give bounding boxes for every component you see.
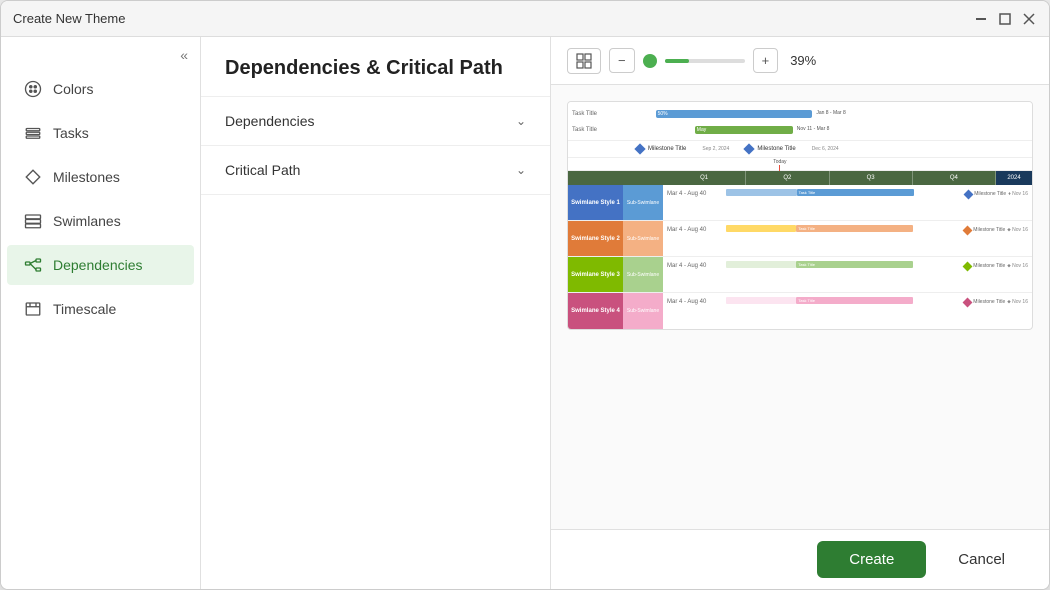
sidebar-item-dependencies-label: Dependencies: [53, 257, 143, 273]
accordion-critical-path-header[interactable]: Critical Path ⌄: [201, 146, 550, 194]
zoom-dot: [643, 54, 657, 68]
sub-swimlane-label-1: Sub-Swimlane: [623, 185, 663, 220]
main-window: Create New Theme «: [0, 0, 1050, 590]
zoom-in-button[interactable]: +: [753, 48, 779, 73]
maximize-button[interactable]: [997, 11, 1013, 27]
accordion-dependencies-label: Dependencies: [225, 113, 315, 129]
panel-title: Dependencies & Critical Path: [201, 37, 550, 97]
zoom-slider-fill: [665, 59, 689, 63]
swimlane-row-2: Swimlane Style 2 Sub-Swimlane Mar 4 - Au…: [568, 221, 1032, 257]
swimlane-content-1: Mar 4 - Aug 40 Task Title Milestone Titl…: [663, 185, 1032, 220]
window-title: Create New Theme: [13, 11, 125, 26]
sidebar-item-tasks-label: Tasks: [53, 125, 89, 141]
tasks-icon: [23, 123, 43, 143]
sidebar-item-timescale-label: Timescale: [53, 301, 116, 317]
preview-panel: − + 39% Task Title: [551, 37, 1049, 589]
swimlanes-icon: [23, 211, 43, 231]
swimlane-content-2: Mar 4 - Aug 40 Task Title Milestone Titl…: [663, 221, 1032, 256]
swimlane-content-4: Mar 4 - Aug 40 Task Title Milestone Titl…: [663, 293, 1032, 329]
accordion-dependencies-header[interactable]: Dependencies ⌄: [201, 97, 550, 145]
gantt-chart-preview: Task Title 50% Jan 8 - Mar 8 Task Title: [567, 101, 1033, 330]
milestone-icon: [23, 167, 43, 187]
chevron-down-icon-2: ⌄: [516, 163, 526, 177]
accordion-dependencies: Dependencies ⌄: [201, 97, 550, 146]
timescale-icon: [23, 299, 43, 319]
sidebar-item-timescale[interactable]: Timescale: [7, 289, 194, 329]
dependencies-icon: [23, 255, 43, 275]
sidebar-item-swimlanes[interactable]: Swimlanes: [7, 201, 194, 241]
swimlane-row-4: Swimlane Style 4 Sub-Swimlane Mar 4 - Au…: [568, 293, 1032, 329]
cancel-button[interactable]: Cancel: [938, 541, 1025, 578]
zoom-percent-label: 39%: [790, 53, 816, 68]
grid-view-button[interactable]: [567, 48, 601, 74]
sub-swimlane-label-4: Sub-Swimlane: [623, 293, 663, 329]
preview-content: Task Title 50% Jan 8 - Mar 8 Task Title: [551, 85, 1049, 529]
sidebar-collapse-area: «: [1, 37, 200, 67]
accordion-critical-path-label: Critical Path: [225, 162, 300, 178]
preview-toolbar: − + 39%: [551, 37, 1049, 85]
sub-swimlane-label-3: Sub-Swimlane: [623, 257, 663, 292]
center-panel: Dependencies & Critical Path Dependencie…: [201, 37, 551, 589]
swimlane-label-4: Swimlane Style 4: [568, 293, 623, 329]
accordion-critical-path: Critical Path ⌄: [201, 146, 550, 195]
bottom-actions: Create Cancel: [551, 529, 1049, 589]
swimlane-label-2: Swimlane Style 2: [568, 221, 623, 256]
swimlane-label-3: Swimlane Style 3: [568, 257, 623, 292]
collapse-icon[interactable]: «: [180, 47, 188, 63]
main-content: « Colors: [1, 37, 1049, 589]
zoom-slider-container: [643, 54, 745, 68]
sidebar-item-milestones[interactable]: Milestones: [7, 157, 194, 197]
title-bar-controls: [973, 11, 1037, 27]
chevron-down-icon: ⌄: [516, 114, 526, 128]
close-button[interactable]: [1021, 11, 1037, 27]
swimlane-row-3: Swimlane Style 3 Sub-Swimlane Mar 4 - Au…: [568, 257, 1032, 293]
sidebar: « Colors: [1, 37, 201, 589]
swimlane-row-1: Swimlane Style 1 Sub-Swimlane Mar 4 - Au…: [568, 185, 1032, 221]
sidebar-item-dependencies[interactable]: Dependencies: [7, 245, 194, 285]
sidebar-item-colors[interactable]: Colors: [7, 69, 194, 109]
sidebar-item-swimlanes-label: Swimlanes: [53, 213, 121, 229]
swimlane-content-3: Mar 4 - Aug 40 Task Title Milestone Titl…: [663, 257, 1032, 292]
swimlane-label-1: Swimlane Style 1: [568, 185, 623, 220]
sidebar-item-tasks[interactable]: Tasks: [7, 113, 194, 153]
sub-swimlane-label-2: Sub-Swimlane: [623, 221, 663, 256]
sidebar-item-milestones-label: Milestones: [53, 169, 120, 185]
zoom-slider[interactable]: [665, 59, 745, 63]
zoom-out-button[interactable]: −: [609, 48, 635, 73]
create-button[interactable]: Create: [817, 541, 926, 578]
minimize-button[interactable]: [973, 11, 989, 27]
sidebar-item-colors-label: Colors: [53, 81, 93, 97]
title-bar: Create New Theme: [1, 1, 1049, 37]
palette-icon: [23, 79, 43, 99]
